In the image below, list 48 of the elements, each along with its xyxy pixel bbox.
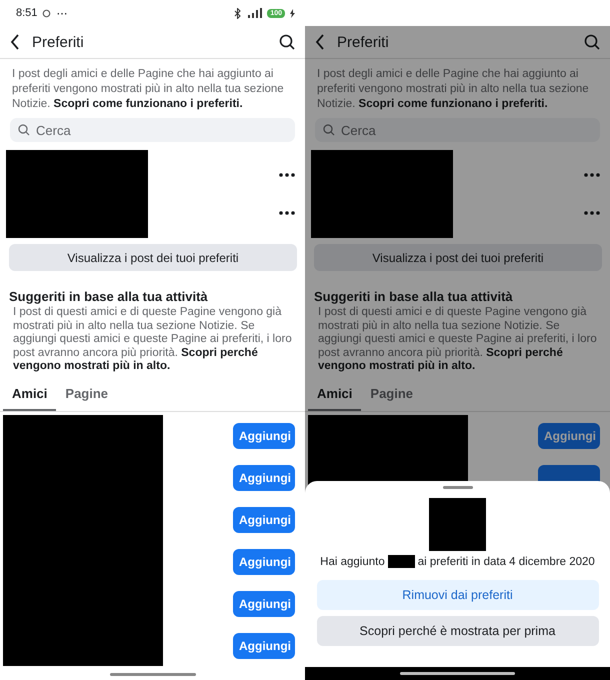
more-icon[interactable]	[584, 173, 600, 177]
more-icon[interactable]	[279, 211, 295, 215]
remove-favorite-button[interactable]: Rimuovi dai preferiti	[316, 580, 598, 610]
section-title: Suggeriti in base alla tua attività	[314, 289, 514, 304]
drag-handle[interactable]	[442, 486, 472, 489]
search-icon	[323, 124, 335, 136]
add-button[interactable]: Aggiungi	[538, 422, 600, 448]
more-icon[interactable]	[279, 173, 295, 177]
add-button[interactable]: Aggiungi	[233, 506, 295, 532]
back-icon[interactable]	[315, 34, 325, 50]
learn-more-link[interactable]: Scopri come funzionano i preferiti.	[54, 98, 243, 110]
add-button[interactable]: Aggiungi	[233, 632, 295, 658]
redacted-image	[429, 498, 486, 551]
learn-more-link[interactable]: Scopri come funzionano i preferiti.	[358, 98, 548, 110]
page-title: Preferiti	[337, 34, 390, 50]
signal-icon	[246, 8, 262, 18]
tab[interactable]: Amici	[3, 382, 56, 410]
tab[interactable]: Pagine	[56, 382, 118, 410]
search-field[interactable]: Cerca	[315, 118, 600, 142]
search-icon	[18, 124, 30, 136]
more-icon[interactable]	[584, 211, 600, 215]
added-date-text: ai preferiti in data 4 dicembre 2020	[418, 556, 595, 568]
intro-text: I post degli amici e delle Pagine che hai aggiunto ai preferiti vengono mostrati più in alto nella tua sezione Notizie. Scopri come funzionano i preferiti.	[11, 67, 285, 112]
redacted-name	[388, 555, 415, 568]
section-description: I post di questi amici e di queste Pagine vengono già mostrati più in alto nella tua sezione Notizie. Se aggiungi questi amici e queste Pagine ai preferiti, i loro post avranno ancora più priorità. Scopri perché vengono mostrati più in alto.	[317, 305, 598, 374]
view-favorites-button[interactable]: Visualizza i post dei tuoi preferiti	[314, 244, 602, 271]
tab[interactable]: Pagine	[361, 382, 422, 410]
add-button[interactable]: Aggiungi	[233, 548, 295, 574]
search-icon[interactable]	[279, 34, 295, 50]
add-button[interactable]: Aggiungi	[233, 422, 295, 448]
section-title: Suggeriti in base alla tua attività	[9, 289, 209, 304]
sync-icon	[42, 8, 52, 18]
bluetooth-icon	[234, 8, 242, 18]
add-button[interactable]: Aggiungi	[233, 464, 295, 490]
view-favorites-button[interactable]: Visualizza i post dei tuoi preferiti	[9, 244, 297, 271]
intro-text: I post degli amici e delle Pagine che hai aggiunto ai preferiti vengono mostrati più in alto nella tua sezione Notizie. Scopri come funzionano i preferiti.	[316, 67, 590, 112]
section-description: I post di questi amici e di queste Pagine vengono già mostrati più in alto nella tua sezione Notizie. Se aggiungi questi amici e queste Pagine ai preferiti, i loro post avranno ancora più priorità. Scopri perché vengono mostrati più in alto.	[12, 305, 293, 374]
status-time: 8:51	[16, 7, 38, 19]
charging-icon	[290, 8, 295, 18]
why-shown-button[interactable]: Scopri perché è mostrata per prima	[316, 616, 598, 646]
search-field[interactable]: Cerca	[10, 118, 295, 142]
more-status: ⋯	[56, 6, 68, 20]
search-icon[interactable]	[584, 34, 600, 50]
back-icon[interactable]	[10, 34, 20, 50]
added-text: Hai aggiunto	[320, 556, 385, 568]
add-button[interactable]: Aggiungi	[233, 590, 295, 616]
tab[interactable]: Amici	[308, 382, 362, 410]
page-title: Preferiti	[32, 34, 85, 50]
